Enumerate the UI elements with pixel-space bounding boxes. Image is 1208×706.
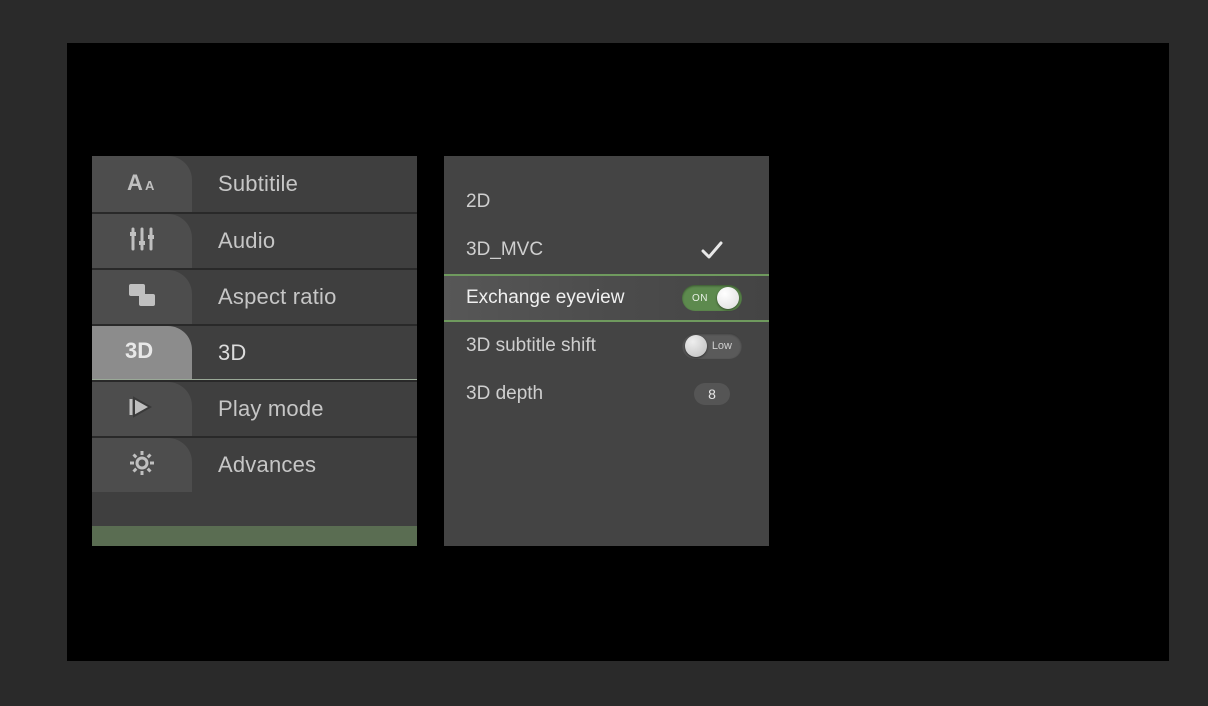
gear-icon (129, 450, 155, 481)
toggle-state-label: ON (692, 285, 708, 311)
menu-tab (92, 214, 192, 268)
menu-tab (92, 438, 192, 492)
menu-item-label: Aspect ratio (218, 270, 337, 324)
toggle-state-label: Low (712, 333, 732, 359)
svg-text:A: A (145, 178, 155, 193)
menu-item-aspect-ratio[interactable]: Aspect ratio (92, 268, 417, 324)
menu-item-play-mode[interactable]: Play mode (92, 380, 417, 436)
equalizer-icon (128, 226, 156, 257)
option-3d-subtitle-shift[interactable]: 3D subtitle shift Low (444, 322, 769, 370)
svg-text:A: A (127, 170, 143, 195)
menu-tab: A A (92, 156, 192, 212)
three-d-panel: 2D 3D_MVC Exchange eyeview ON 3D subtitl… (444, 156, 769, 546)
player-screen: A A Subtitile (67, 43, 1169, 661)
toggle-exchange-eyeview[interactable]: ON (682, 285, 742, 311)
settings-menu: A A Subtitile (92, 156, 417, 546)
menu-footer-bar (92, 526, 417, 546)
menu-item-audio[interactable]: Audio (92, 212, 417, 268)
three-d-icon: 3D (123, 337, 161, 368)
option-label: 3D depth (466, 383, 677, 405)
menu-item-label: 3D (218, 326, 247, 379)
menu-item-3d[interactable]: 3D 3D (92, 324, 417, 380)
menu-item-label: Play mode (218, 382, 324, 436)
aspect-ratio-icon (127, 282, 157, 313)
depth-value[interactable]: 8 (694, 383, 730, 405)
option-label: 2D (466, 191, 677, 213)
option-3d-mvc[interactable]: 3D_MVC (444, 226, 769, 274)
toggle-knob (717, 287, 739, 309)
menu-item-advances[interactable]: Advances (92, 436, 417, 492)
font-size-icon: A A (125, 169, 159, 200)
option-2d[interactable]: 2D (444, 178, 769, 226)
svg-text:3D: 3D (125, 338, 153, 363)
option-label: 3D_MVC (466, 239, 677, 261)
option-3d-depth[interactable]: 3D depth 8 (444, 370, 769, 418)
menu-tab (92, 382, 192, 436)
menu-tab: 3D (92, 326, 192, 379)
menu-item-label: Advances (218, 438, 316, 492)
toggle-knob (685, 335, 707, 357)
option-label: 3D subtitle shift (466, 335, 677, 357)
toggle-subtitle-shift[interactable]: Low (682, 333, 742, 359)
menu-item-label: Audio (218, 214, 275, 268)
option-exchange-eyeview[interactable]: Exchange eyeview ON (444, 274, 769, 322)
menu-item-subtitle[interactable]: A A Subtitile (92, 156, 417, 212)
option-label: Exchange eyeview (466, 287, 677, 309)
menu-tab (92, 270, 192, 324)
play-mode-icon (128, 394, 156, 425)
check-icon (677, 237, 747, 263)
menu-item-label: Subtitile (218, 156, 298, 212)
